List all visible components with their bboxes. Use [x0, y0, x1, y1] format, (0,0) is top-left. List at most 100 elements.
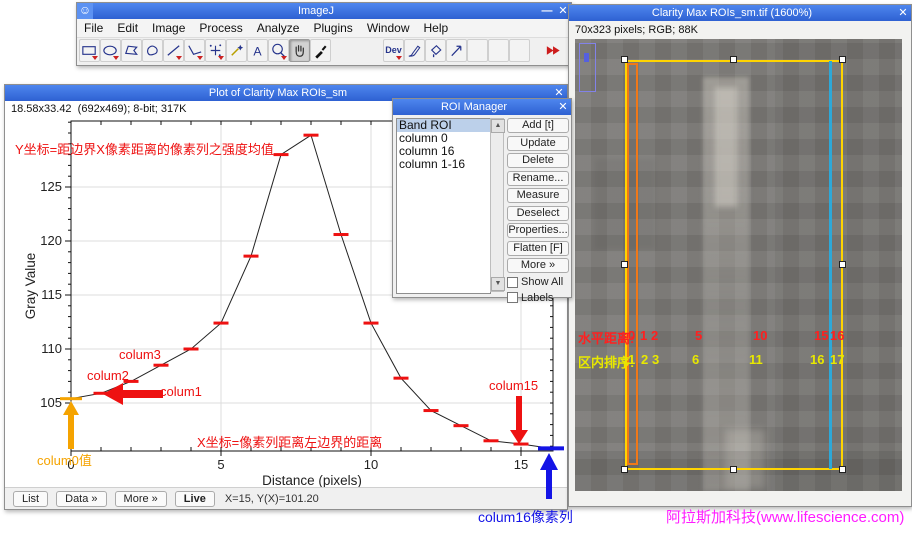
- minimize-button[interactable]: —: [539, 3, 555, 19]
- labels-label: Labels: [521, 292, 553, 304]
- more-tools-button[interactable]: [543, 39, 564, 62]
- more-roi-button[interactable]: More »: [507, 258, 569, 273]
- watermark-text: 阿拉斯加科技(www.lifescience.com): [666, 506, 904, 527]
- checkbox-icon[interactable]: [507, 277, 518, 288]
- color-picker-tool-button[interactable]: [310, 39, 331, 62]
- point-tool-button[interactable]: [205, 39, 226, 62]
- empty-tool-slot[interactable]: [509, 39, 530, 62]
- toolbar: A Dev: [77, 38, 571, 64]
- roi-manager-window: ROI Manager ✕ Band ROI column 0 column 1…: [392, 98, 572, 298]
- brush-tool-button[interactable]: [404, 39, 425, 62]
- polygon-tool-button[interactable]: [121, 39, 142, 62]
- arrow-tool-button[interactable]: [446, 39, 467, 62]
- handle-top-right[interactable]: [839, 56, 846, 63]
- annotation-colum1: colum1: [160, 384, 202, 399]
- dev-menu-tool-button[interactable]: Dev: [383, 39, 404, 62]
- scroll-up-button[interactable]: ▲: [491, 119, 505, 133]
- scroll-down-button[interactable]: ▼: [491, 277, 505, 291]
- rename-button[interactable]: Rename...: [507, 171, 569, 186]
- selection-roi-rect[interactable]: [625, 60, 843, 470]
- menu-image[interactable]: Image: [145, 20, 192, 36]
- empty-tool-slot[interactable]: [467, 39, 488, 62]
- menu-process[interactable]: Process: [192, 20, 249, 36]
- column16-roi-line[interactable]: [829, 61, 832, 469]
- add-button[interactable]: Add [t]: [507, 118, 569, 133]
- screen: ☺ ImageJ — ✕ File Edit Image Process Ana…: [0, 0, 912, 536]
- imagej-main-window: ☺ ImageJ — ✕ File Edit Image Process Ana…: [76, 2, 572, 66]
- menu-window[interactable]: Window: [360, 20, 417, 36]
- roi-manager-buttons: Add [t] Update Delete Rename... Measure …: [507, 118, 569, 307]
- svg-text:120: 120: [40, 233, 62, 248]
- freehand-tool-button[interactable]: [142, 39, 163, 62]
- roi-manager-titlebar[interactable]: ROI Manager ✕: [393, 99, 571, 115]
- annotation-y-axis-note: Y坐标=距边界X像素距离的像素列之强度均值: [15, 139, 274, 158]
- rectangle-tool-button[interactable]: [79, 39, 100, 62]
- show-all-label: Show All: [521, 276, 563, 288]
- imagej-logo-icon: ☺: [77, 3, 93, 19]
- live-button[interactable]: Live: [175, 491, 215, 507]
- menu-plugins[interactable]: Plugins: [306, 20, 359, 36]
- measure-button[interactable]: Measure: [507, 188, 569, 203]
- svg-text:Gray Value: Gray Value: [23, 253, 38, 320]
- deselect-button[interactable]: Deselect: [507, 206, 569, 221]
- zoom-tool-button[interactable]: [268, 39, 289, 62]
- handle-top-left[interactable]: [621, 56, 628, 63]
- roi-list: Band ROI column 0 column 16 column 1-16: [396, 118, 491, 294]
- menu-help[interactable]: Help: [417, 20, 456, 36]
- column0-roi-rect[interactable]: [627, 63, 638, 465]
- handle-bottom-left[interactable]: [621, 466, 628, 473]
- empty-tool-slot[interactable]: [488, 39, 509, 62]
- show-all-checkbox[interactable]: Show All: [507, 276, 569, 289]
- properties-button[interactable]: Properties...: [507, 223, 569, 238]
- annotation-colum15: colum15: [489, 378, 538, 393]
- delete-button[interactable]: Delete: [507, 153, 569, 168]
- data-button[interactable]: Data »: [56, 491, 106, 507]
- svg-text:105: 105: [40, 395, 62, 410]
- more-button[interactable]: More »: [115, 491, 167, 507]
- annotation-colum16: colum16像素列: [478, 507, 573, 527]
- handle-middle-left[interactable]: [621, 261, 628, 268]
- roi-manager-close-button[interactable]: ✕: [555, 99, 571, 115]
- roi-item-column-1-16[interactable]: column 1-16: [397, 158, 490, 171]
- svg-text:A: A: [253, 44, 262, 58]
- update-button[interactable]: Update: [507, 136, 569, 151]
- roi-manager-title: ROI Manager: [393, 101, 555, 113]
- image-window-titlebar[interactable]: Clarity Max ROIs_sm.tif (1600%) ✕: [569, 5, 911, 21]
- flatten-button[interactable]: Flatten [F]: [507, 241, 569, 256]
- text-tool-button[interactable]: A: [247, 39, 268, 62]
- hand-tool-button[interactable]: [289, 39, 310, 62]
- menu-file[interactable]: File: [77, 20, 110, 36]
- handle-bottom-right[interactable]: [839, 466, 846, 473]
- plot-bottom-bar: List Data » More » Live X=15, Y(X)=101.2…: [5, 487, 567, 509]
- svg-text:110: 110: [41, 341, 62, 356]
- image-canvas[interactable]: 水平距离: 0 1 2 5 10 15 16 区内排序: 1 2 3 6 11 …: [575, 39, 902, 491]
- image-info-text: 70x323 pixels; RGB; 88K: [575, 24, 698, 36]
- zoom-indicator-thumb: [584, 53, 589, 62]
- imagej-titlebar[interactable]: ☺ ImageJ — ✕: [77, 3, 571, 19]
- angle-tool-button[interactable]: [184, 39, 205, 62]
- annotation-colum3: colum3: [119, 347, 161, 362]
- roi-list-scrollbar[interactable]: ▲ ▼: [490, 118, 504, 292]
- labels-checkbox[interactable]: Labels: [507, 291, 569, 304]
- flood-fill-tool-button[interactable]: [425, 39, 446, 62]
- svg-text:15: 15: [514, 457, 528, 472]
- image-window-close-button[interactable]: ✕: [895, 5, 911, 21]
- menubar: File Edit Image Process Analyze Plugins …: [77, 19, 571, 38]
- menu-edit[interactable]: Edit: [110, 20, 145, 36]
- handle-top-center[interactable]: [730, 56, 737, 63]
- yellow-row-label: 区内排序:: [578, 352, 634, 371]
- checkbox-icon[interactable]: [507, 292, 518, 303]
- image-window: Clarity Max ROIs_sm.tif (1600%) ✕ 70x323…: [568, 4, 912, 507]
- handle-middle-right[interactable]: [839, 261, 846, 268]
- menu-analyze[interactable]: Analyze: [250, 20, 307, 36]
- line-tool-button[interactable]: [163, 39, 184, 62]
- handle-bottom-center[interactable]: [730, 466, 737, 473]
- list-button[interactable]: List: [13, 491, 48, 507]
- plot-cursor-info: 18.58x33.42 (692x469); 8-bit; 317K: [11, 103, 187, 115]
- red-row-label: 水平距离:: [578, 328, 634, 347]
- plot-status-text: X=15, Y(X)=101.20: [225, 493, 319, 505]
- wand-tool-button[interactable]: [226, 39, 247, 62]
- oval-tool-button[interactable]: [100, 39, 121, 62]
- annotation-colum2: colum2: [87, 368, 129, 383]
- svg-text:Distance (pixels): Distance (pixels): [262, 473, 362, 488]
